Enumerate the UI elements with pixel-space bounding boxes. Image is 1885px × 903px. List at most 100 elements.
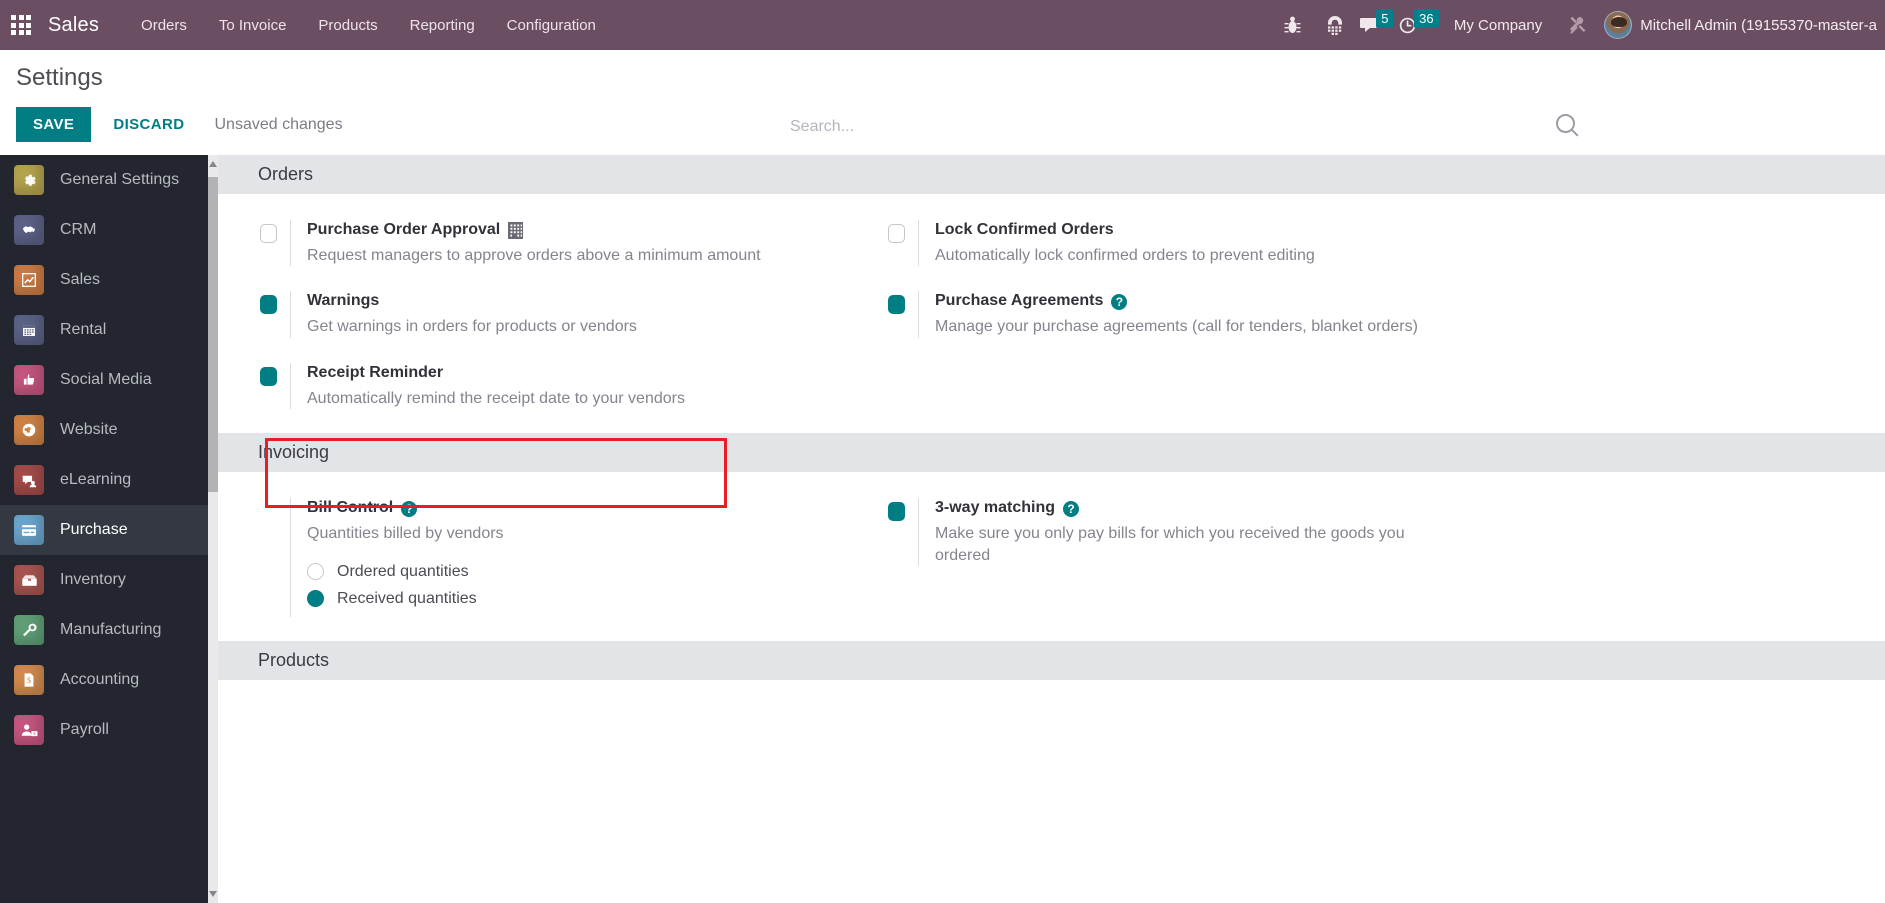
setting-title: Purchase Order Approval (307, 221, 501, 238)
messages-button[interactable]: 5 (1356, 0, 1398, 50)
tools-icon[interactable] (1556, 0, 1598, 50)
scroll-down-arrow-icon[interactable] (209, 891, 217, 897)
credit-card-icon (14, 515, 44, 545)
settings-content: Orders Purchase Order Approval Request m… (218, 155, 1885, 903)
radio-unselected-icon (307, 563, 324, 581)
setting-description: Request managers to approve orders above… (307, 246, 761, 264)
setting-description: Get warnings in orders for products or v… (307, 318, 637, 336)
box-icon (14, 565, 44, 595)
orders-right-column: Lock Confirmed Orders Automatically lock… (874, 220, 1530, 409)
messages-badge: 5 (1376, 8, 1394, 28)
help-icon[interactable]: ? (1063, 500, 1080, 517)
setting-warnings: Warnings Get warnings in orders for prod… (260, 291, 874, 338)
setting-title-row: Lock Confirmed Orders (935, 220, 1315, 241)
company-switcher[interactable]: My Company (1440, 17, 1556, 34)
sidebar-scrollbar[interactable] (208, 155, 218, 903)
discard-button[interactable]: DISCARD (99, 107, 198, 142)
nav-menu-configuration[interactable]: Configuration (491, 0, 612, 50)
sidebar-item-social-media[interactable]: Social Media (0, 355, 218, 405)
handshake-icon-svg (22, 226, 36, 234)
sidebar-item-label: Purchase (60, 521, 128, 538)
odoo-settings-window: Sales Orders To Invoice Products Reporti… (0, 0, 1885, 903)
control-panel: Settings SAVE DISCARD Unsaved changes (0, 50, 1885, 155)
globe-icon-svg (22, 423, 36, 437)
radio-label: Ordered quantities (337, 562, 469, 580)
sidebar-item-label: General Settings (60, 171, 180, 188)
thumbs-up-icon (14, 365, 44, 395)
nav-menu-products[interactable]: Products (302, 0, 393, 50)
sidebar-scroll-thumb[interactable] (208, 177, 218, 492)
save-button[interactable]: SAVE (16, 107, 92, 142)
checkbox-off-icon (888, 224, 905, 243)
sidebar-item-sales[interactable]: Sales (0, 255, 218, 305)
building-icon[interactable] (508, 221, 524, 239)
setting-title: Receipt Reminder (307, 363, 444, 381)
nav-menu-to-invoice[interactable]: To Invoice (203, 0, 303, 50)
svg-text:$: $ (27, 676, 31, 685)
sidebar-item-elearning[interactable]: eLearning (0, 455, 218, 505)
app-brand[interactable]: Sales (42, 14, 125, 37)
setting-description: Automatically lock confirmed orders to p… (935, 246, 1315, 264)
activities-button[interactable]: 36 (1398, 0, 1440, 50)
toggle-lock-confirmed-orders[interactable] (888, 220, 918, 243)
sidebar-item-label: Inventory (60, 571, 126, 588)
sidebar-item-accounting[interactable]: $ Accounting (0, 655, 218, 705)
search-icon[interactable] (1556, 114, 1575, 133)
checkbox-on-icon (260, 295, 277, 315)
help-icon[interactable]: ? (1111, 293, 1128, 310)
apps-menu-button[interactable] (0, 0, 42, 50)
bug-icon[interactable] (1272, 0, 1314, 50)
radio-selected-icon (307, 590, 324, 608)
checkbox-off-icon (260, 224, 277, 243)
setting-title-row: Warnings (307, 291, 637, 312)
help-icon[interactable]: ? (401, 500, 418, 517)
sidebar-item-label: Payroll (60, 721, 109, 738)
radio-received-quantities[interactable]: Received quantities (307, 590, 504, 608)
setting-title: Warnings (307, 292, 380, 310)
sidebar-item-inventory[interactable]: Inventory (0, 555, 218, 605)
record-buttons: SAVE DISCARD Unsaved changes (16, 107, 343, 142)
dollar-doc-icon-svg: $ (24, 673, 34, 687)
scroll-up-arrow-icon[interactable] (209, 161, 217, 167)
section-body-orders: Purchase Order Approval Request managers… (218, 194, 1885, 433)
sidebar-item-crm[interactable]: CRM (0, 205, 218, 255)
setting-receipt-reminder: Receipt Reminder Automatically remind th… (260, 362, 874, 410)
radio-label: Received quantities (337, 589, 477, 607)
toggle-receipt-reminder[interactable] (260, 363, 290, 386)
avatar[interactable] (1604, 11, 1633, 39)
unsaved-changes-status: Unsaved changes (214, 115, 343, 133)
elearning-icon-svg (22, 475, 37, 487)
sidebar-item-manufacturing[interactable]: Manufacturing (0, 605, 218, 655)
toggle-purchase-agreements[interactable] (888, 291, 918, 315)
sidebar-item-rental[interactable]: Rental (0, 305, 218, 355)
setting-title: 3-way matching (935, 499, 1056, 517)
sidebar-item-label: Accounting (60, 671, 140, 688)
dialpad-icon[interactable] (1314, 0, 1356, 50)
credit-card-icon-svg (21, 524, 37, 536)
sidebar-item-general-settings[interactable]: General Settings (0, 155, 218, 205)
sidebar-item-payroll[interactable]: $ Payroll (0, 705, 218, 755)
elearning-icon (14, 465, 44, 495)
toggle-three-way-matching[interactable] (888, 498, 918, 522)
toggle-warnings[interactable] (260, 291, 290, 315)
dialpad-icon-svg (1327, 15, 1342, 35)
bill-control-spacer (260, 498, 290, 502)
setting-title-row: Purchase Order Approval (307, 220, 761, 241)
nav-menu-reporting[interactable]: Reporting (394, 0, 491, 50)
setting-description: Manage your purchase agreements (call fo… (935, 318, 1418, 336)
top-navbar: Sales Orders To Invoice Products Reporti… (0, 0, 1885, 50)
sidebar-item-label: Manufacturing (60, 621, 162, 638)
setting-purchase-agreements: Purchase Agreements ? Manage your purcha… (888, 291, 1530, 338)
user-menu[interactable]: Mitchell Admin (19155370-master-a (1640, 17, 1885, 34)
main-body: General Settings CRM Sales Rental Social… (0, 155, 1885, 903)
sidebar-item-label: Sales (60, 271, 101, 288)
section-body-invoicing: Bill Control ? Quantities billed by vend… (218, 472, 1885, 640)
search-input[interactable] (790, 118, 1490, 136)
radio-ordered-quantities[interactable]: Ordered quantities (307, 563, 504, 581)
invoicing-left-column: Bill Control ? Quantities billed by vend… (218, 498, 874, 617)
toggle-purchase-order-approval[interactable] (260, 220, 290, 243)
sidebar-item-website[interactable]: Website (0, 405, 218, 455)
sidebar-item-purchase[interactable]: Purchase (0, 505, 218, 555)
payroll-icon: $ (14, 715, 44, 745)
nav-menu-orders[interactable]: Orders (125, 0, 203, 50)
